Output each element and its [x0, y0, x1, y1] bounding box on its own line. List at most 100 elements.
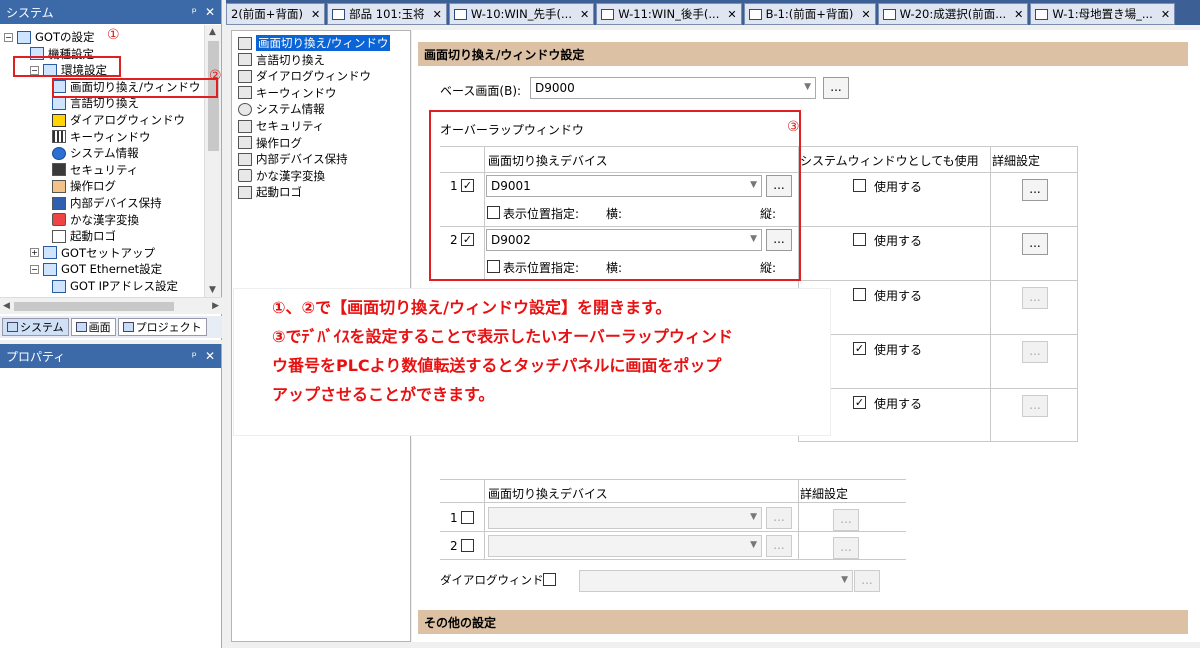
dialog-window-checkbox[interactable]	[543, 573, 556, 586]
row-3-detail-button[interactable]: ...	[1022, 287, 1048, 309]
settings-tree-item[interactable]: システム情報	[238, 101, 325, 117]
tree-item[interactable]: + GOTセットアップ	[30, 245, 155, 261]
row-4-use-checkbox[interactable]: ✓	[853, 342, 866, 355]
row-5-use-checkbox[interactable]: ✓	[853, 396, 866, 409]
settings-tree-item[interactable]: 操作ログ	[238, 135, 302, 151]
close-icon[interactable]: ✕	[861, 8, 870, 21]
tree-item[interactable]: 内部デバイス保持	[52, 195, 162, 211]
superimpose-row-1-checkbox[interactable]	[461, 511, 474, 524]
system-panel-title-bar: システム ᵖ ✕	[0, 0, 221, 24]
base-screen-browse-button[interactable]: ...	[823, 77, 849, 99]
settings-tree-item-label: 内部デバイス保持	[256, 152, 348, 167]
tree-item[interactable]: GOT IPアドレス設定	[52, 278, 178, 294]
close-icon[interactable]: ✕	[433, 8, 442, 21]
expand-icon[interactable]: +	[30, 248, 39, 258]
tree-item[interactable]: セキュリティ	[52, 162, 138, 178]
collapse-icon[interactable]: −	[30, 264, 39, 274]
settings-tree-item[interactable]: キーウィンドウ	[238, 85, 337, 101]
chevron-down-icon: ▼	[750, 540, 757, 550]
settings-tree-item[interactable]: ダイアログウィンドウ	[238, 68, 371, 84]
pin-icon[interactable]: ᵖ	[192, 349, 197, 363]
callout-line: ③でﾃﾞﾊﾞｲｽを設定することで表示したいオーバーラップウィンド	[272, 327, 733, 346]
document-tab[interactable]: 部品 101:玉将 ✕	[327, 3, 447, 25]
row-2-use-checkbox[interactable]	[853, 233, 866, 246]
row-5-detail-button[interactable]: ...	[1022, 395, 1048, 417]
tree-vertical-scrollbar[interactable]: ▲ ▼	[204, 25, 221, 297]
tree-item[interactable]: かな漢字変換	[52, 212, 139, 228]
settings-tree-item[interactable]: かな漢字変換	[238, 168, 325, 184]
screen-icon	[453, 8, 467, 20]
col-device-header: 画面切り換えデバイス	[488, 487, 608, 501]
annotation-box-2	[52, 78, 218, 98]
scroll-right-icon[interactable]: ▶	[212, 301, 219, 311]
document-tab[interactable]: W-20:成選択(前面... ✕	[877, 3, 1029, 25]
close-icon[interactable]: ✕	[727, 8, 736, 21]
scroll-left-icon[interactable]: ◀	[3, 301, 10, 311]
collapse-icon[interactable]: −	[4, 32, 13, 42]
settings-tree-item[interactable]: 内部デバイス保持	[238, 151, 348, 167]
tree-item[interactable]: ダイアログウィンドウ	[52, 112, 185, 128]
tree-horizontal-scrollbar[interactable]: ◀ ▶	[0, 297, 222, 314]
info-icon	[52, 146, 66, 160]
tree-item[interactable]: キーウィンドウ	[52, 129, 151, 145]
close-icon[interactable]: ✕	[311, 8, 320, 21]
base-screen-label: ベース画面(B):	[440, 84, 522, 98]
document-tab[interactable]: W-10:WIN_先手(... ✕	[448, 3, 595, 25]
document-tab[interactable]: B-1:(前面+背面) ✕	[743, 3, 876, 25]
row-4-detail-button[interactable]: ...	[1022, 341, 1048, 363]
row-1-use-checkbox[interactable]	[853, 179, 866, 192]
main-horizontal-scrollbar[interactable]	[229, 642, 1200, 648]
scroll-thumb[interactable]	[14, 302, 174, 311]
row-3-use-checkbox[interactable]	[853, 288, 866, 301]
superimpose-row-1-detail-button[interactable]: ...	[833, 509, 859, 531]
settings-tree-item-label: 起動ロゴ	[256, 185, 302, 200]
chevron-down-icon: ▼	[804, 82, 811, 92]
dialog-window-combo[interactable]: ▼	[579, 570, 853, 592]
hand-icon	[52, 179, 66, 193]
property-panel-title: プロパティ	[6, 349, 66, 364]
tree-item[interactable]: 操作ログ	[52, 178, 116, 194]
tab-screen[interactable]: 画面	[70, 318, 116, 336]
document-tab-label: W-1:母地置き場_...	[1052, 7, 1153, 21]
tree-item-label: キーウィンドウ	[70, 129, 151, 144]
dialog-window-browse-button[interactable]: ...	[854, 570, 880, 592]
close-icon[interactable]: ✕	[205, 5, 215, 19]
row-2-detail-button[interactable]: ...	[1022, 233, 1048, 255]
system-panel-title: システム	[6, 5, 54, 20]
scroll-up-icon[interactable]: ▲	[209, 27, 216, 37]
settings-tree-item[interactable]: 画面切り換え/ウィンドウ	[238, 35, 391, 51]
superimpose-row-2-checkbox[interactable]	[461, 539, 474, 552]
superimpose-row-2-browse-button[interactable]: ...	[766, 535, 792, 557]
close-icon[interactable]: ✕	[205, 349, 215, 363]
scroll-down-icon[interactable]: ▼	[209, 285, 216, 295]
row-1-detail-button[interactable]: ...	[1022, 179, 1048, 201]
settings-tree-item-label: ダイアログウィンドウ	[256, 69, 371, 84]
screen-icon	[17, 30, 31, 44]
settings-tree-item[interactable]: 言語切り換え	[238, 52, 325, 68]
superimpose-row-2-detail-button[interactable]: ...	[833, 537, 859, 559]
pin-icon[interactable]: ᵖ	[192, 5, 197, 19]
property-panel: プロパティ ᵖ ✕	[0, 344, 222, 648]
tree-item[interactable]: システム情報	[52, 145, 139, 161]
use-label: 使用する	[874, 397, 923, 411]
superimpose-row-1-combo[interactable]: ▼	[488, 507, 762, 529]
screen-tab-icon	[75, 322, 87, 332]
tree-item[interactable]: 起動ロゴ	[52, 228, 116, 244]
document-tab[interactable]: W-11:WIN_後手(... ✕	[596, 3, 742, 25]
tab-system[interactable]: システム	[2, 318, 69, 336]
document-tab[interactable]: 2(前面+背面) ✕	[226, 3, 326, 25]
close-icon[interactable]: ✕	[580, 8, 589, 21]
superimpose-row-2-combo[interactable]: ▼	[488, 535, 762, 557]
superimpose-row-1-browse-button[interactable]: ...	[766, 507, 792, 529]
settings-tree-item[interactable]: セキュリティ	[238, 118, 324, 134]
tree-item[interactable]: − GOT Ethernet設定	[30, 261, 162, 277]
close-icon[interactable]: ✕	[1161, 8, 1170, 21]
base-screen-combo[interactable]: D9000 ▼	[530, 77, 816, 99]
close-icon[interactable]: ✕	[1014, 8, 1023, 21]
hand-icon	[238, 136, 252, 150]
tab-project[interactable]: プロジェクト	[117, 318, 207, 336]
document-tab[interactable]: W-1:母地置き場_... ✕	[1030, 3, 1176, 25]
tree-item[interactable]: − GOTの設定	[4, 29, 95, 45]
settings-tree-item[interactable]: 起動ロゴ	[238, 184, 302, 200]
annotation-mark-2: ②	[209, 68, 222, 84]
